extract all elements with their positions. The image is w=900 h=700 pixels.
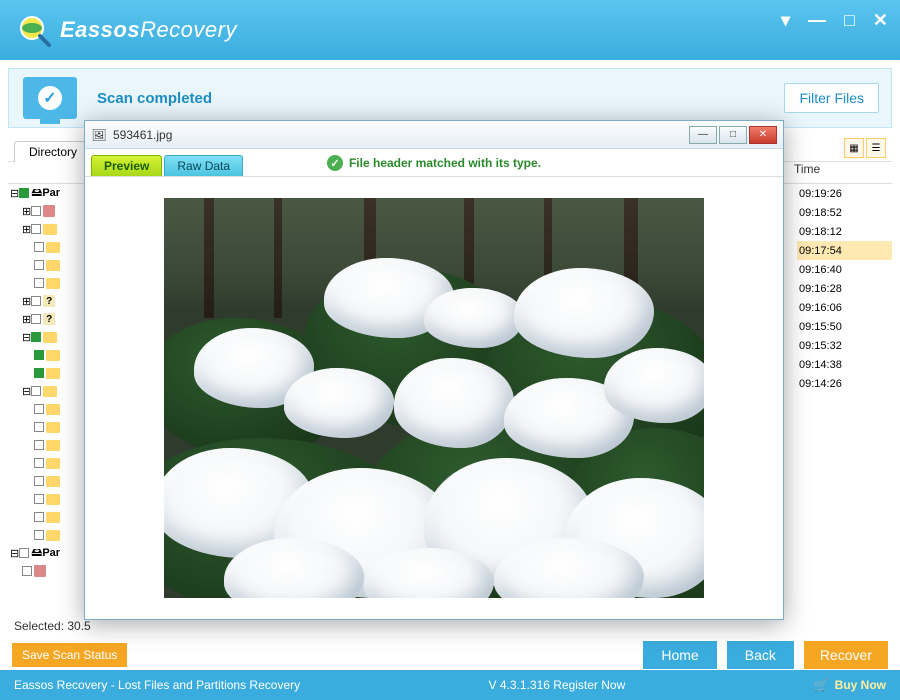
dialog-maximize-button[interactable]: □ xyxy=(719,126,747,144)
monitor-icon xyxy=(23,77,77,119)
folder-icon xyxy=(43,224,57,235)
preview-dialog: 🖼 593461.jpg — □ ✕ Preview Raw Data ✓ Fi… xyxy=(84,120,784,620)
table-row[interactable]: 09:16:28 xyxy=(797,279,892,298)
cart-icon: 🛒 xyxy=(814,678,829,692)
directory-tree[interactable]: ⊟🖴 Par ⊞ ⊞ ⊞? ⊞? ⊟ ⊟ ⊟🖴 Par xyxy=(8,184,88,612)
close-button[interactable]: ✕ xyxy=(873,10,888,31)
footer: Eassos Recovery - Lost Files and Partiti… xyxy=(0,670,900,700)
tab-raw-data[interactable]: Raw Data xyxy=(164,155,243,176)
view-thumbnails-icon[interactable]: ▦ xyxy=(844,138,864,158)
table-row[interactable]: 09:14:38 xyxy=(797,355,892,374)
success-icon: ✓ xyxy=(327,155,343,171)
table-row[interactable]: 09:18:12 xyxy=(797,222,892,241)
app-logo: EassosRecovery xyxy=(16,12,237,48)
main-window: EassosRecovery ▾ — □ ✕ Scan completed Fi… xyxy=(0,0,900,700)
app-title: EassosRecovery xyxy=(60,17,237,43)
trash-icon xyxy=(43,205,55,217)
title-bar: EassosRecovery ▾ — □ ✕ xyxy=(0,0,900,60)
match-text: File header matched with its type. xyxy=(349,156,541,170)
dialog-close-button[interactable]: ✕ xyxy=(749,126,777,144)
tree-root[interactable]: Par xyxy=(42,187,60,199)
minimize-button[interactable]: — xyxy=(808,10,826,31)
save-scan-status-button[interactable]: Save Scan Status xyxy=(12,643,127,667)
table-row[interactable]: 09:15:32 xyxy=(797,336,892,355)
preview-body xyxy=(85,177,783,619)
table-row[interactable]: 09:19:26 xyxy=(797,184,892,203)
tab-directory[interactable]: Directory xyxy=(14,141,92,162)
recover-button[interactable]: Recover xyxy=(804,641,888,669)
status-banner: Scan completed Filter Files xyxy=(8,68,892,128)
footer-version[interactable]: V 4.3.1.316 Register Now xyxy=(300,678,814,692)
home-button[interactable]: Home xyxy=(643,641,716,669)
bottom-bar: Save Scan Status Home Back Recover xyxy=(0,640,900,670)
table-row[interactable]: 09:14:26 xyxy=(797,374,892,393)
menu-icon[interactable]: ▾ xyxy=(781,10,790,31)
view-toggle: ▦ ☰ xyxy=(844,138,886,158)
dialog-title-bar[interactable]: 🖼 593461.jpg — □ ✕ xyxy=(85,121,783,149)
tab-preview[interactable]: Preview xyxy=(91,155,162,176)
logo-icon xyxy=(16,12,52,48)
app-title-light: Recovery xyxy=(140,17,237,42)
dialog-title: 593461.jpg xyxy=(113,128,172,142)
check-icon xyxy=(38,86,62,110)
table-row[interactable]: 09:16:40 xyxy=(797,260,892,279)
table-row[interactable]: 09:17:54 xyxy=(797,241,892,260)
maximize-button[interactable]: □ xyxy=(844,10,855,31)
table-row[interactable]: 09:15:50 xyxy=(797,317,892,336)
header-match-message: ✓ File header matched with its type. xyxy=(327,155,541,171)
table-row[interactable]: 09:16:06 xyxy=(797,298,892,317)
file-list[interactable]: 09:19:2609:18:5209:18:1209:17:5409:16:40… xyxy=(797,184,892,612)
view-list-icon[interactable]: ☰ xyxy=(866,138,886,158)
column-time[interactable]: Time xyxy=(794,162,884,176)
filter-files-button[interactable]: Filter Files xyxy=(784,83,879,113)
app-title-bold: Eassos xyxy=(60,17,140,42)
image-file-icon: 🖼 xyxy=(91,127,107,143)
table-row[interactable]: 09:18:52 xyxy=(797,203,892,222)
unknown-icon: ? xyxy=(43,295,55,307)
dialog-minimize-button[interactable]: — xyxy=(689,126,717,144)
buy-now-label: Buy Now xyxy=(835,678,886,692)
selected-count: Selected: 30.5 xyxy=(14,619,91,633)
back-button[interactable]: Back xyxy=(727,641,794,669)
footer-tagline: Eassos Recovery - Lost Files and Partiti… xyxy=(14,678,300,692)
scan-status-text: Scan completed xyxy=(97,90,212,107)
dialog-tabs: Preview Raw Data ✓ File header matched w… xyxy=(85,149,783,177)
window-controls: ▾ — □ ✕ xyxy=(781,10,888,31)
buy-now-link[interactable]: 🛒 Buy Now xyxy=(814,678,886,692)
tree-root-2[interactable]: Par xyxy=(42,547,60,559)
preview-image xyxy=(164,198,704,598)
